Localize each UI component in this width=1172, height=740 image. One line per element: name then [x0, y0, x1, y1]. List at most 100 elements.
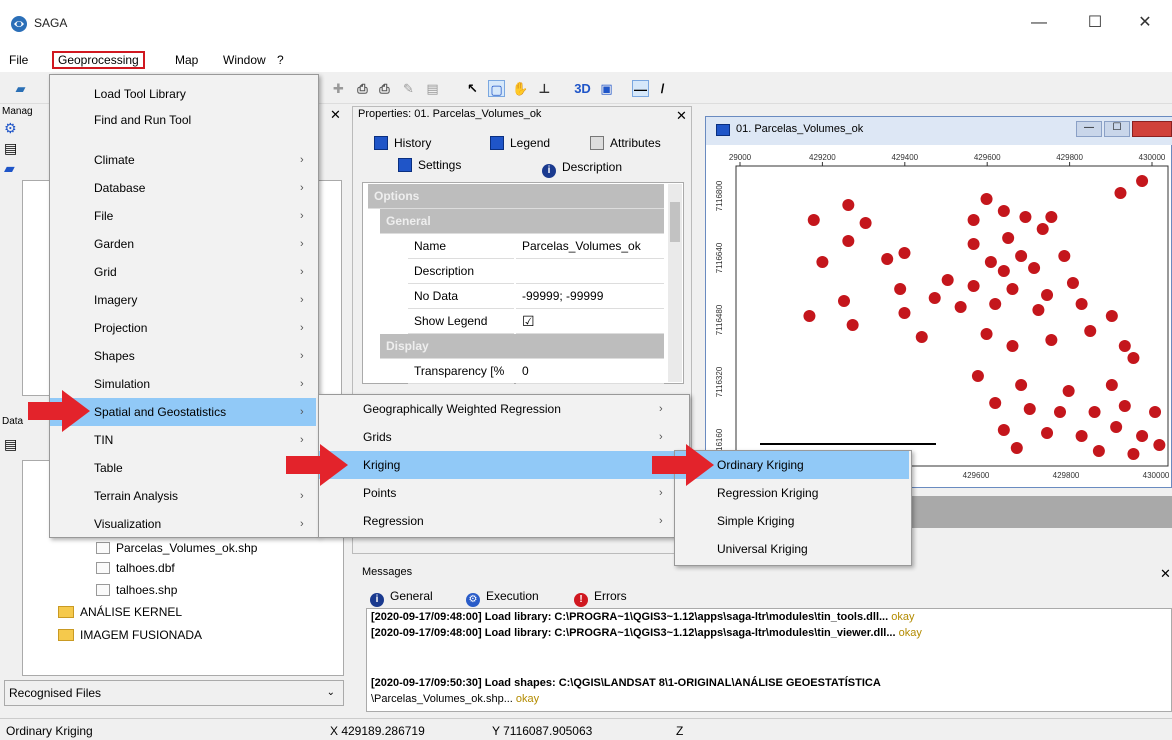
menu-item-find-and-run-tool[interactable]: Find and Run Tool: [50, 106, 316, 134]
log-line: [2020-09-17/09:48:00] Load library: C:\P…: [371, 627, 922, 639]
tab-settings[interactable]: Settings: [398, 154, 461, 176]
info-icon: i: [542, 164, 556, 178]
menu-item-climate[interactable]: Climate ›: [50, 146, 316, 174]
menu-item-shapes[interactable]: Shapes ›: [50, 342, 316, 370]
measure-icon[interactable]: ⊥: [536, 80, 553, 97]
show-legend-checkbox[interactable]: ☑: [516, 309, 664, 334]
scroll-thumb[interactable]: [670, 202, 680, 242]
tab-description[interactable]: i Description: [542, 156, 622, 178]
tab-errors[interactable]: ! Errors: [574, 585, 627, 607]
tab-attributes[interactable]: Attributes: [590, 132, 661, 154]
chevron-right-icon: ›: [300, 350, 304, 362]
tree-item-analise-kernel[interactable]: ANÁLISE KERNEL: [58, 602, 182, 622]
menu-item-grid[interactable]: Grid ›: [50, 258, 316, 286]
prop-row-display[interactable]: Display: [368, 334, 668, 359]
menu-item-database[interactable]: Database ›: [50, 174, 316, 202]
menu-help[interactable]: ?: [274, 51, 287, 69]
tree-item-parcelas[interactable]: Parcelas_Volumes_ok.shp: [96, 538, 257, 558]
zoom-icon[interactable]: ▢: [488, 80, 505, 97]
map-point: [1054, 406, 1066, 418]
data-icon[interactable]: ▤: [4, 436, 17, 453]
tab-execution[interactable]: ⚙ Execution: [466, 585, 539, 607]
data-label: Data: [2, 416, 24, 427]
map-point: [1006, 283, 1019, 295]
properties-close-icon[interactable]: ✕: [676, 108, 687, 124]
map-point: [980, 328, 993, 340]
menu-item-imagery[interactable]: Imagery ›: [50, 286, 316, 314]
prop-row-show-legend[interactable]: Show Legend ☑: [368, 309, 668, 334]
open-icon[interactable]: ▰: [12, 80, 29, 97]
menu-window[interactable]: Window: [220, 51, 269, 69]
prop-row-nodata[interactable]: No Data -99999; -99999: [368, 284, 668, 309]
chevron-right-icon: ›: [659, 403, 663, 415]
prop-row-general[interactable]: General: [368, 209, 668, 234]
data-tab-icon[interactable]: ▤: [4, 140, 17, 157]
chevron-right-icon: ›: [300, 154, 304, 166]
menu-item-load-tool-library[interactable]: Load Tool Library: [50, 80, 316, 108]
prop-row-description[interactable]: Description: [368, 259, 668, 284]
menu-geoprocessing[interactable]: Geoprocessing: [52, 51, 145, 69]
line-icon[interactable]: —: [632, 80, 649, 97]
layout-icon[interactable]: ▣: [598, 80, 615, 97]
menu-file[interactable]: File: [6, 51, 31, 69]
status-x: X 429189.286719: [330, 724, 425, 738]
map-canvas[interactable]: 29000 429200 429400 429600 429800 430000 42960…: [712, 150, 1172, 490]
maps-tab-icon[interactable]: ▰: [4, 160, 15, 177]
map-point: [1092, 445, 1105, 457]
select-arrow-icon[interactable]: ↖: [464, 80, 481, 97]
prop-row-options[interactable]: Options: [368, 184, 668, 209]
submenu-item-kriging[interactable]: Kriging›: [319, 451, 687, 479]
pan-icon[interactable]: ✋: [512, 80, 529, 97]
tab-history[interactable]: History: [374, 132, 431, 154]
map-point: [1105, 379, 1118, 391]
tab-legend[interactable]: Legend: [490, 132, 550, 154]
prop-row-name[interactable]: Name Parcelas_Volumes_ok: [368, 234, 668, 259]
maximize-button[interactable]: ☐: [1072, 8, 1118, 38]
map-maximize-button[interactable]: ☐: [1104, 121, 1130, 137]
manager-close-icon[interactable]: ✕: [330, 107, 341, 123]
files-filter-dropdown[interactable]: Recognised Files ⌄: [4, 680, 344, 706]
table-icon[interactable]: ▤: [424, 80, 441, 97]
submenu-item-regression[interactable]: Regression ›: [319, 507, 687, 535]
map-point: [1075, 430, 1088, 442]
print-preview-icon[interactable]: ⎙: [376, 80, 393, 97]
chevron-right-icon: ›: [300, 294, 304, 306]
menu-item-terrain-analysis[interactable]: Terrain Analysis ›: [50, 482, 316, 510]
geoprocessing-menu-items: Load Tool Library Find and Run Tool Climat…: [49, 76, 319, 536]
properties-icon[interactable]: ✎: [400, 80, 417, 97]
pointer-arrow-icon: [652, 444, 714, 486]
pen-icon[interactable]: /: [654, 80, 671, 97]
3d-view-icon[interactable]: 3D: [574, 80, 591, 97]
map-point: [967, 280, 980, 292]
menu-map[interactable]: Map: [172, 51, 201, 69]
tab-general[interactable]: i General: [370, 585, 433, 607]
tools-icon[interactable]: ⚙: [4, 120, 17, 137]
close-button[interactable]: ✕: [1122, 8, 1168, 38]
property-scrollbar[interactable]: [668, 184, 682, 382]
map-close-button[interactable]: [1132, 121, 1172, 137]
menu-item-visualization[interactable]: Visualization ›: [50, 510, 316, 538]
add-icon[interactable]: ✚: [330, 80, 347, 97]
map-minimize-button[interactable]: —: [1076, 121, 1102, 137]
map-point: [1019, 211, 1032, 223]
menu-item-projection[interactable]: Projection ›: [50, 314, 316, 342]
kriging-item-universal-kriging[interactable]: Universal Kriging: [675, 535, 909, 563]
submenu-item-grids[interactable]: Grids ›: [319, 423, 687, 451]
tree-item-talhoes-shp[interactable]: talhoes.shp: [96, 580, 177, 600]
menu-item-garden[interactable]: Garden ›: [50, 230, 316, 258]
map-point: [807, 214, 820, 226]
menu-item-file[interactable]: File ›: [50, 202, 316, 230]
prop-row-transparency[interactable]: Transparency [% 0: [368, 359, 668, 384]
table-icon: [590, 136, 604, 150]
minimize-button[interactable]: —: [1016, 8, 1062, 38]
tree-item-imagem-fusionada[interactable]: IMAGEM FUSIONADA: [58, 625, 202, 645]
print-icon[interactable]: ⎙: [354, 80, 371, 97]
log-line: [2020-09-17/09:48:00] Load library: C:\P…: [371, 611, 915, 623]
x-tick-label: 429600: [974, 153, 1001, 162]
tree-item-talhoes-dbf[interactable]: talhoes.dbf: [96, 558, 175, 578]
submenu-item-geographically-weighted-regression[interactable]: Geographically Weighted Regression ›: [319, 395, 687, 423]
kriging-item-simple-kriging[interactable]: Simple Kriging: [675, 507, 909, 535]
menu-item-table[interactable]: Table›: [50, 454, 316, 482]
submenu-item-points[interactable]: Points ›: [319, 479, 687, 507]
messages-close-icon[interactable]: ✕: [1160, 566, 1171, 582]
